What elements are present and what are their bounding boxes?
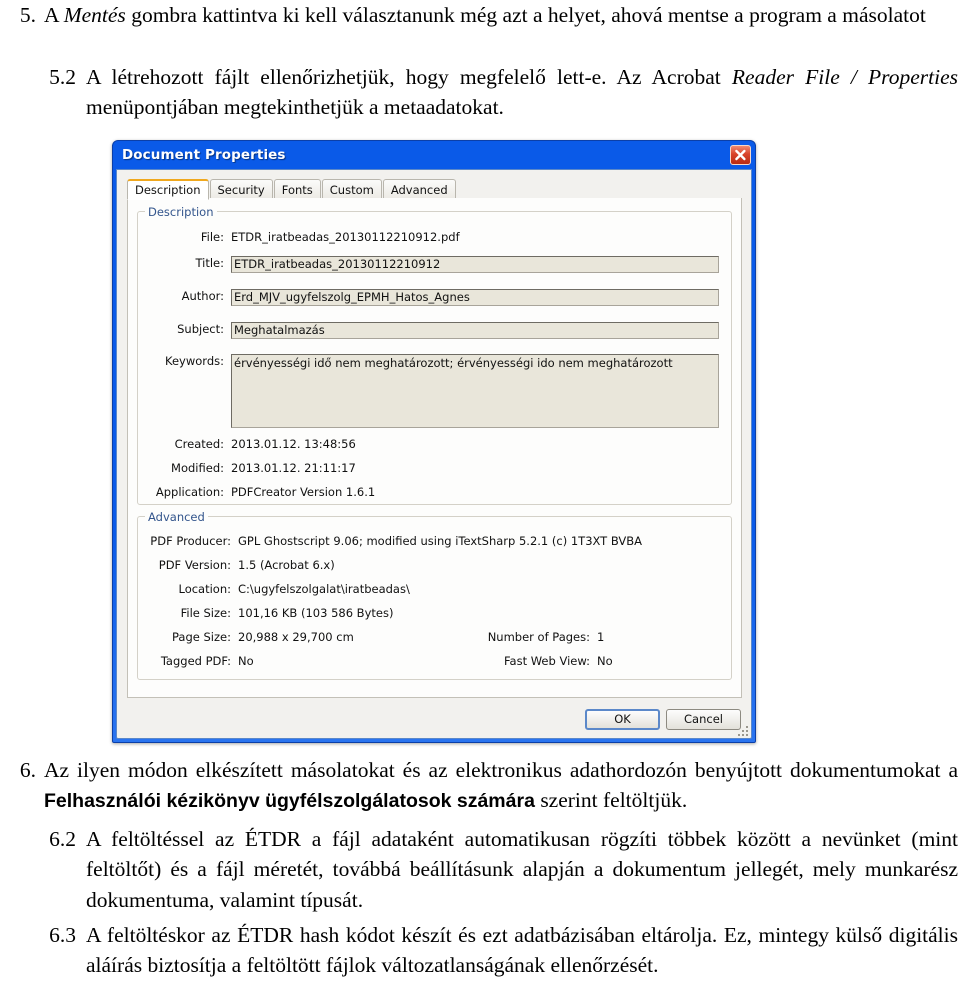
file-value: ETDR_iratbeadas_20130112210912.pdf [231,230,460,244]
list-item-number: 6.3 [49,923,76,947]
number-of-pages-value: 1 [597,630,605,644]
lead-text: A létrehozott fájlt ellenőrizhetjük, hog… [86,65,732,89]
list-item-text: A létrehozott fájlt ellenőrizhetjük, hog… [86,62,958,123]
tagged-pdf-label: Tagged PDF: [160,654,231,668]
fast-web-view-value: No [597,654,613,668]
tab-advanced[interactable]: Advanced [382,179,456,199]
dialog-title: Document Properties [122,147,286,163]
dialog-titlebar[interactable]: Document Properties [113,141,755,169]
field-row-pdf-version: PDF Version: 1.5 (Acrobat 6.x) [148,558,719,573]
fast-web-view-label: Fast Web View: [503,654,590,668]
tail-text: szerint feltöltjük. [534,788,688,813]
modified-value: 2013.01.12. 21:11:17 [231,461,356,475]
field-row-file: File: ETDR_iratbeadas_20130112210912.pdf [148,230,719,245]
lead-text: Az ilyen módon elkészített másolatokat é… [44,758,958,782]
list-item-number: 5.2 [49,65,76,89]
list-item-5-2: 5.2 A létrehozott fájlt ellenőrizhetjük,… [42,62,958,123]
author-input[interactable]: Erd_MJV_ugyfelszolg_EPMH_Hatos_Agnes [231,289,719,306]
location-value: C:\ugyfelszolgalat\iratbeadas\ [238,582,410,596]
file-size-label: File Size: [180,606,231,620]
field-row-modified: Modified: 2013.01.12. 21:11:17 [148,461,719,476]
subject-input[interactable]: Meghatalmazás [231,322,719,339]
created-label: Created: [174,437,224,451]
document-properties-dialog: Document Properties Description Security… [112,140,756,743]
close-icon[interactable] [730,145,751,165]
list-item-text: A feltöltéskor az ÉTDR hash kódot készít… [86,923,958,978]
field-row-subject: Subject: Meghatalmazás [148,322,719,339]
resize-grip[interactable] [736,724,748,736]
tab-custom[interactable]: Custom [321,179,382,199]
location-label: Location: [178,582,231,596]
field-row-number-of-pages: Number of Pages: 1 [468,630,688,645]
title-label: Title: [195,256,224,270]
description-group-label: Description [145,205,217,219]
field-row-application: Application: PDFCreator Version 1.6.1 [148,485,719,500]
pdf-version-value: 1.5 (Acrobat 6.x) [238,558,335,572]
list-item-text: A feltöltéssel az ÉTDR a fájl adataként … [86,827,958,912]
file-label: File: [200,230,224,244]
dialog-button-bar: OK Cancel [585,709,741,730]
advanced-groupbox: Advanced PDF Producer: GPL Ghostscript 9… [137,510,732,680]
subject-label: Subject: [177,322,224,336]
list-item-6-2: 6.2 A feltöltéssel az ÉTDR a fájl adatak… [42,824,958,915]
keywords-textarea[interactable]: érvényességi idő nem meghatározott; érvé… [231,354,719,428]
page-size-label: Page Size: [172,630,231,644]
description-groupbox: Description File: ETDR_iratbeadas_201301… [137,205,732,505]
file-size-value: 101,16 KB (103 586 Bytes) [238,606,394,620]
tab-security[interactable]: Security [209,179,273,199]
field-row-keywords: Keywords: érvényességi idő nem meghatáro… [148,354,719,428]
field-row-pdf-producer: PDF Producer: GPL Ghostscript 9.06; modi… [148,534,719,549]
field-row-file-size: File Size: 101,16 KB (103 586 Bytes) [148,606,719,621]
modified-label: Modified: [171,461,224,475]
list-item-number: 6.2 [49,827,76,851]
field-row-fast-web-view: Fast Web View: No [468,654,688,669]
field-row-title: Title: ETDR_iratbeadas_20130112210912 [148,256,719,273]
field-row-page-size: Page Size: 20,988 x 29,700 cm [148,630,478,645]
created-value: 2013.01.12. 13:48:56 [231,437,356,451]
pdf-producer-label: PDF Producer: [150,534,231,548]
tail-text: menüpontjában megtekinthetjük a metaadat… [86,95,504,120]
list-item-5: 5. A Mentés gombra kattintva ki kell vál… [14,0,958,30]
application-value: PDFCreator Version 1.6.1 [231,485,376,499]
list-item-text: A Mentés gombra kattintva ki kell válasz… [44,3,926,27]
tab-fonts[interactable]: Fonts [273,179,321,199]
title-input[interactable]: ETDR_iratbeadas_20130112210912 [231,256,719,273]
list-item-number: 6. [19,758,36,782]
application-label: Application: [155,485,224,499]
cancel-button[interactable]: Cancel [666,709,741,730]
tab-panel-description: Description File: ETDR_iratbeadas_201301… [127,198,742,698]
pdf-version-label: PDF Version: [158,558,231,572]
tab-description[interactable]: Description [127,179,209,200]
list-item-6-3: 6.3 A feltöltéskor az ÉTDR hash kódot ké… [42,920,958,981]
pdf-producer-value: GPL Ghostscript 9.06; modified using iTe… [238,534,643,548]
author-label: Author: [181,289,224,303]
list-item-number: 5. [19,3,36,27]
emphasis-mentes: Mentés [63,3,126,27]
advanced-group-label: Advanced [145,510,208,524]
strong-felhasznaloi-kezikonyv: Felhasználói kézikönyv ügyfélszolgálatos… [44,790,535,813]
field-row-created: Created: 2013.01.12. 13:48:56 [148,437,719,452]
tagged-pdf-value: No [238,654,254,668]
list-item-text: Az ilyen módon elkészített másolatokat é… [44,755,958,816]
tab-bar: Description Security Fonts Custom Advanc… [127,178,742,200]
keywords-label: Keywords: [165,354,224,368]
field-row-author: Author: Erd_MJV_ugyfelszolg_EPMH_Hatos_A… [148,289,719,306]
field-row-location: Location: C:\ugyfelszolgalat\iratbeadas\ [148,582,719,597]
field-row-tagged-pdf: Tagged PDF: No [148,654,478,669]
dialog-body: Description Security Fonts Custom Advanc… [116,169,752,739]
emphasis-reader-file-properties: Reader File / Properties [731,65,958,89]
list-item-6: 6. Az ilyen módon elkészített másolatoka… [14,755,958,816]
ok-button[interactable]: OK [585,709,660,730]
number-of-pages-label: Number of Pages: [487,630,590,644]
page-size-value: 20,988 x 29,700 cm [238,630,354,644]
